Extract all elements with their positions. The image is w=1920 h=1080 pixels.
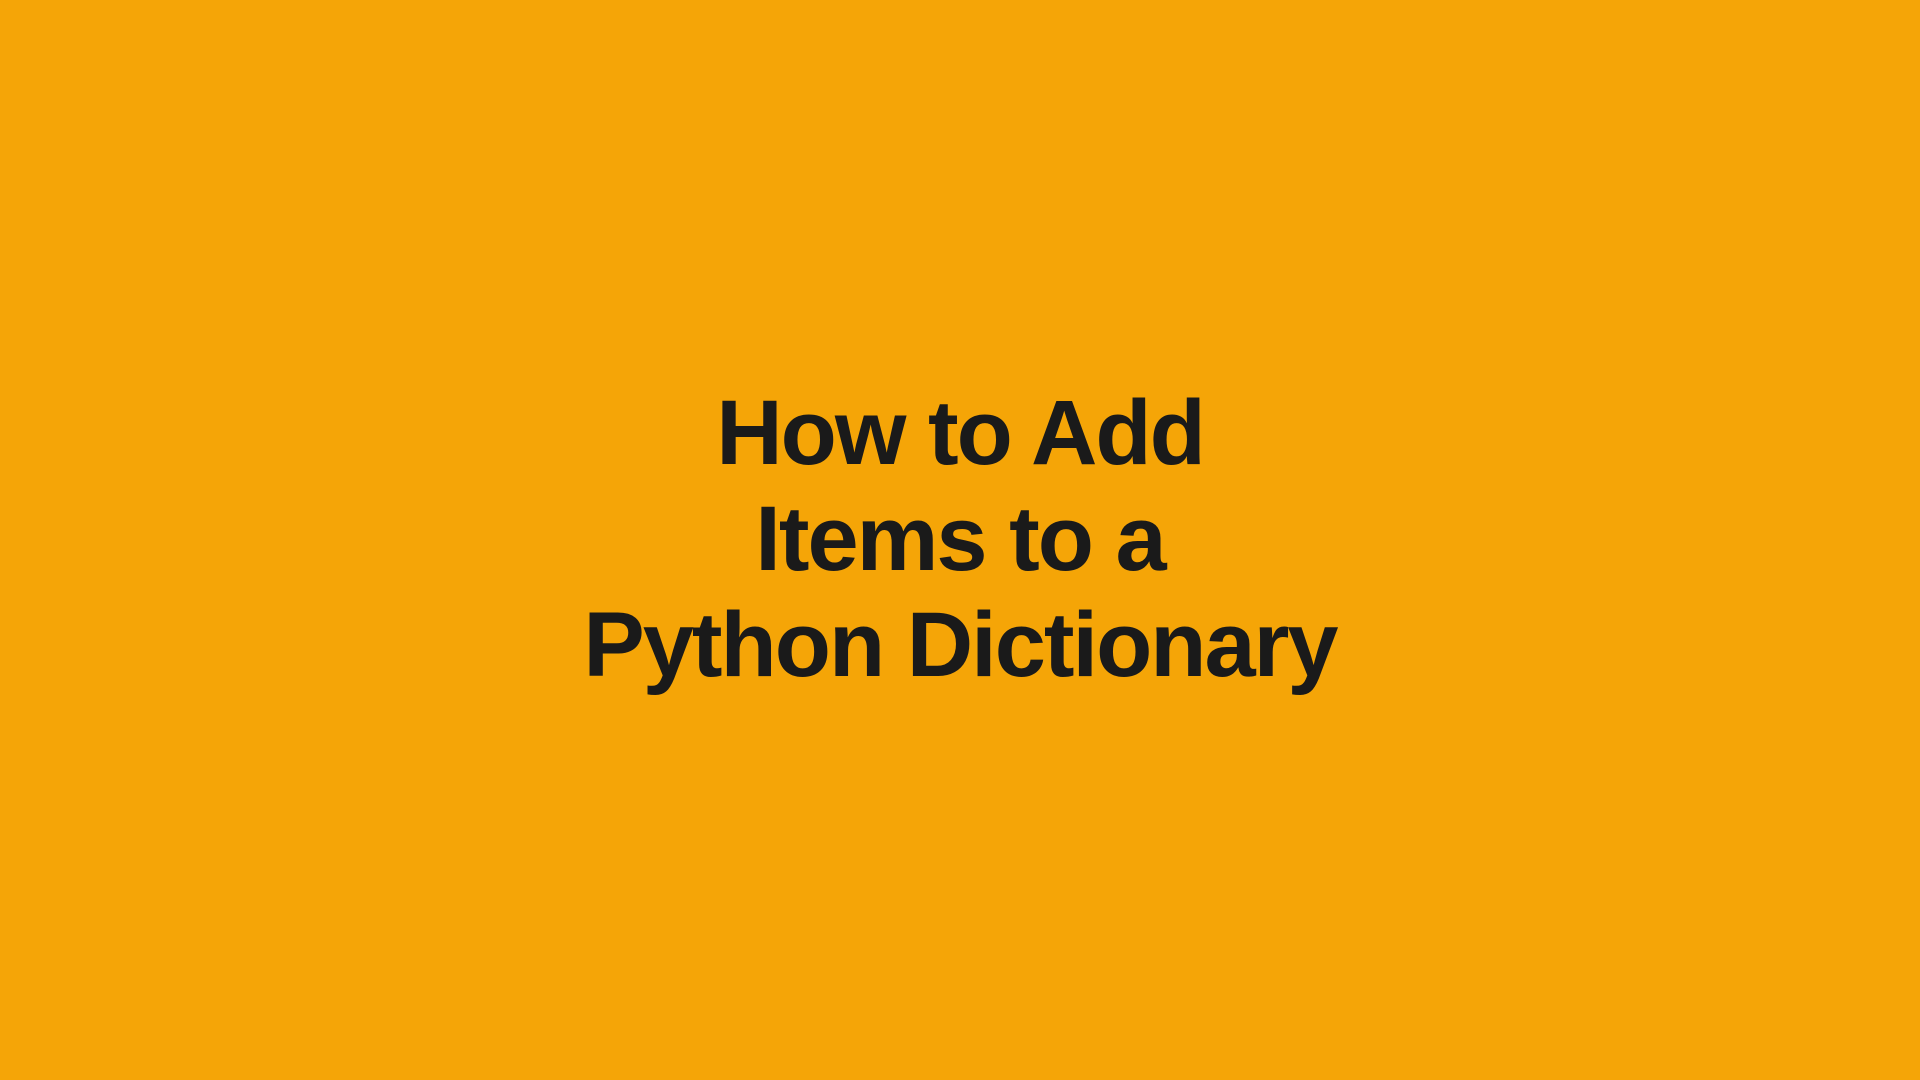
title-line-3: Python Dictionary bbox=[583, 594, 1336, 696]
page-title: How to Add Items to a Python Dictionary bbox=[583, 381, 1336, 698]
title-line-1: How to Add bbox=[716, 382, 1204, 484]
title-line-2: Items to a bbox=[755, 488, 1164, 590]
